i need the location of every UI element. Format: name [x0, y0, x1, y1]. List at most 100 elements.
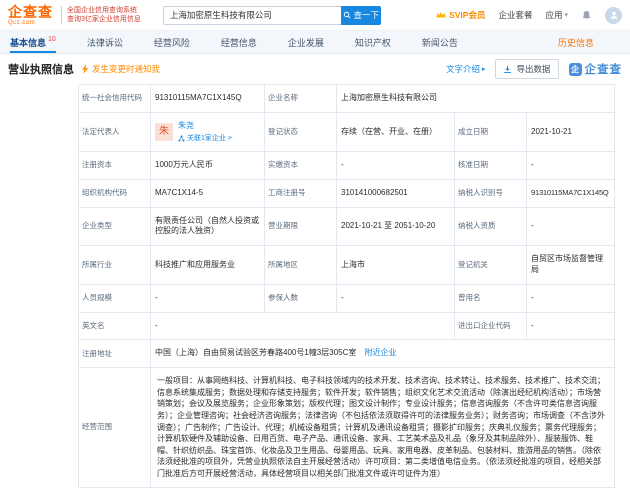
qcc-logo-domain: Qcc.com — [8, 19, 36, 26]
company-type-value: 有限责任公司（自然人投资或控股的法人独资） — [150, 206, 265, 247]
paid-capital-value: - — [336, 151, 455, 180]
business-term-label: 营业期限 — [264, 206, 337, 247]
legal-rep-name-link[interactable]: 朱尧 — [178, 121, 232, 132]
search-button[interactable]: 查一下 — [340, 5, 381, 25]
legal-rep-info: 朱尧 关联1家企业 > — [178, 121, 232, 143]
nearby-companies-link[interactable]: 附近企业 — [365, 348, 397, 357]
table-row: 组织机构代码 MA7C1X14-5 工商注册号 310141000682501 … — [78, 178, 615, 208]
tab-legal-litigation[interactable]: 法律诉讼 — [87, 31, 123, 53]
approval-date-value: - — [526, 151, 615, 180]
legal-rep-avatar[interactable]: 朱 — [155, 122, 173, 141]
tab-company-development[interactable]: 企业发展 — [288, 31, 324, 53]
industry-label: 所属行业 — [78, 245, 151, 285]
tab-history-info[interactable]: 历史信息 — [558, 31, 594, 53]
company-type-label: 企业类型 — [78, 206, 151, 247]
former-name-value: - — [526, 283, 615, 313]
industry-value: 科技推广和应用服务业 — [150, 245, 265, 285]
search-bar: 查一下 — [162, 5, 381, 25]
legal-rep-label: 法定代表人 — [78, 111, 151, 153]
table-row: 人员规模 - 参保人数 - 曾用名 - — [78, 283, 615, 313]
org-code-label: 组织机构代码 — [78, 178, 151, 208]
company-name-value: 上海加密原生科技有限公司 — [336, 84, 615, 113]
tab-operation-risk-label: 经营风险 — [153, 37, 190, 48]
package-label: 企业套餐 — [498, 10, 533, 20]
taxpayer-no-label: 纳税人识别号 — [454, 178, 527, 208]
package-link[interactable]: 企业套餐 — [498, 9, 532, 21]
export-data-button[interactable]: 导出数据 — [495, 59, 559, 79]
svip-label: SVIP会员 — [449, 10, 486, 20]
qcc-logo-text: 企查查 — [8, 3, 53, 20]
text-intro-link[interactable]: 文字介绍 ▸ — [446, 63, 486, 75]
table-row: 法定代表人 朱 朱尧 关联1家企业 > 登记状态 存续（在营、开业、在册） 成立… — [78, 111, 615, 153]
region-value: 上海市 — [336, 245, 455, 285]
tab-basic-info[interactable]: 基本信息 10 — [10, 31, 56, 53]
tab-intellectual-property[interactable]: 知识产权 — [355, 31, 391, 53]
insured-count-value: - — [336, 283, 455, 313]
table-row: 注册地址 中国（上海）自由贸易试验区芳春路400号1幢3层305C室 附近企业 — [78, 339, 615, 369]
tab-operation-info[interactable]: 经营信息 — [221, 31, 257, 53]
company-tabs-nav: 基本信息 10 法律诉讼 经营风险 经营信息 企业发展 知识产权 新闻公告 历史信… — [0, 30, 630, 54]
address-cell: 中国（上海）自由贸易试验区芳春路400号1幢3层305C室 附近企业 — [150, 339, 615, 369]
section-header-right: 文字介绍 ▸ 导出数据 企 企查查 — [446, 59, 622, 79]
export-data-label: 导出数据 — [516, 64, 551, 74]
business-term-value: 2021-10-21 至 2051-10-20 — [336, 206, 455, 247]
reg-status-label: 登记状态 — [264, 111, 337, 153]
toggle-right-icon: ▸ — [481, 66, 486, 73]
search-input[interactable] — [162, 5, 341, 25]
slogan-line-1: 全国企业信用查询系统 — [67, 6, 137, 14]
table-row: 企业类型 有限责任公司（自然人投资或控股的法人独资） 营业期限 2021-10-… — [78, 206, 615, 247]
staff-size-value: - — [150, 283, 265, 313]
tab-operation-risk[interactable]: 经营风险 — [154, 31, 190, 53]
est-date-label: 成立日期 — [454, 111, 527, 153]
qcc-watermark-label: 企查查 — [584, 64, 622, 76]
scope-label: 经营范围 — [78, 367, 151, 488]
table-row: 统一社会信用代码 91310115MA7C1X145Q 企业名称 上海加密原生科… — [78, 84, 615, 113]
reg-capital-label: 注册资本 — [78, 151, 151, 180]
tab-basic-info-count: 10 — [48, 35, 56, 43]
svip-link[interactable]: SVIP会员 — [436, 9, 485, 21]
apps-label: 应用 — [545, 10, 563, 20]
reg-capital-value: 1000万元人民币 — [150, 151, 265, 180]
tab-history-info-label: 历史信息 — [557, 37, 594, 48]
staff-size-label: 人员规模 — [78, 283, 151, 313]
qcc-slogan: 全国企业信用查询系统 查询3亿家企业信用信息 — [61, 5, 141, 25]
org-code-value: MA7C1X14-5 — [150, 178, 265, 208]
table-row: 英文名 - 进出口企业代码 - — [78, 311, 615, 341]
address-value: 中国（上海）自由贸易试验区芳春路400号1幢3层305C室 — [155, 348, 357, 358]
tab-operation-info-label: 经营信息 — [220, 37, 257, 48]
credit-code-label: 统一社会信用代码 — [78, 84, 151, 113]
english-name-value: - — [150, 311, 455, 341]
qcc-logo[interactable]: 企查查 Qcc.com — [8, 5, 53, 26]
taxpayer-no-value: 91310115MA7C1X145Q — [526, 178, 615, 208]
tab-intellectual-property-label: 知识产权 — [354, 37, 391, 48]
authority-label: 登记机关 — [454, 245, 527, 285]
authority-value: 自贸区市场监督管理局 — [526, 245, 615, 285]
tab-news-announcements[interactable]: 新闻公告 — [422, 31, 458, 53]
paid-capital-label: 实缴资本 — [264, 151, 337, 180]
former-name-label: 曾用名 — [454, 283, 527, 313]
approval-date-label: 核准日期 — [454, 151, 527, 180]
legal-rep-cell: 朱 朱尧 关联1家企业 > — [150, 111, 265, 153]
top-header: 企查查 Qcc.com 全国企业信用查询系统 查询3亿家企业信用信息 查一下 S… — [0, 0, 630, 30]
est-date-value: 2021-10-21 — [526, 111, 615, 153]
related-companies-icon — [178, 135, 185, 142]
taxpayer-quality-label: 纳税人资质 — [454, 206, 527, 247]
search-button-label: 查一下 — [353, 10, 380, 20]
chevron-down-icon: ▾ — [564, 12, 568, 19]
change-notify-link[interactable]: 发生变更时通知我 — [82, 63, 160, 75]
bell-icon[interactable] — [581, 10, 592, 21]
avatar[interactable] — [605, 6, 622, 24]
legal-rep-block: 朱 朱尧 关联1家企业 > — [155, 121, 260, 143]
qcc-watermark: 企 企查查 — [568, 61, 623, 77]
slogan-line-2: 查询3亿家企业信用信息 — [67, 16, 141, 23]
qcc-watermark-icon: 企 — [568, 62, 582, 76]
search-icon — [343, 11, 351, 19]
related-companies-link[interactable]: 关联1家企业 > — [178, 134, 232, 143]
topbar-right: SVIP会员 企业套餐 应用 ▾ — [436, 6, 622, 24]
crown-icon — [436, 12, 446, 18]
table-row: 注册资本 1000万元人民币 实缴资本 - 核准日期 - — [78, 151, 615, 180]
user-icon — [610, 11, 617, 19]
related-companies-label: 关联1家企业 > — [187, 134, 232, 142]
apps-link[interactable]: 应用 ▾ — [545, 9, 568, 21]
section-title: 营业执照信息 — [8, 64, 74, 76]
